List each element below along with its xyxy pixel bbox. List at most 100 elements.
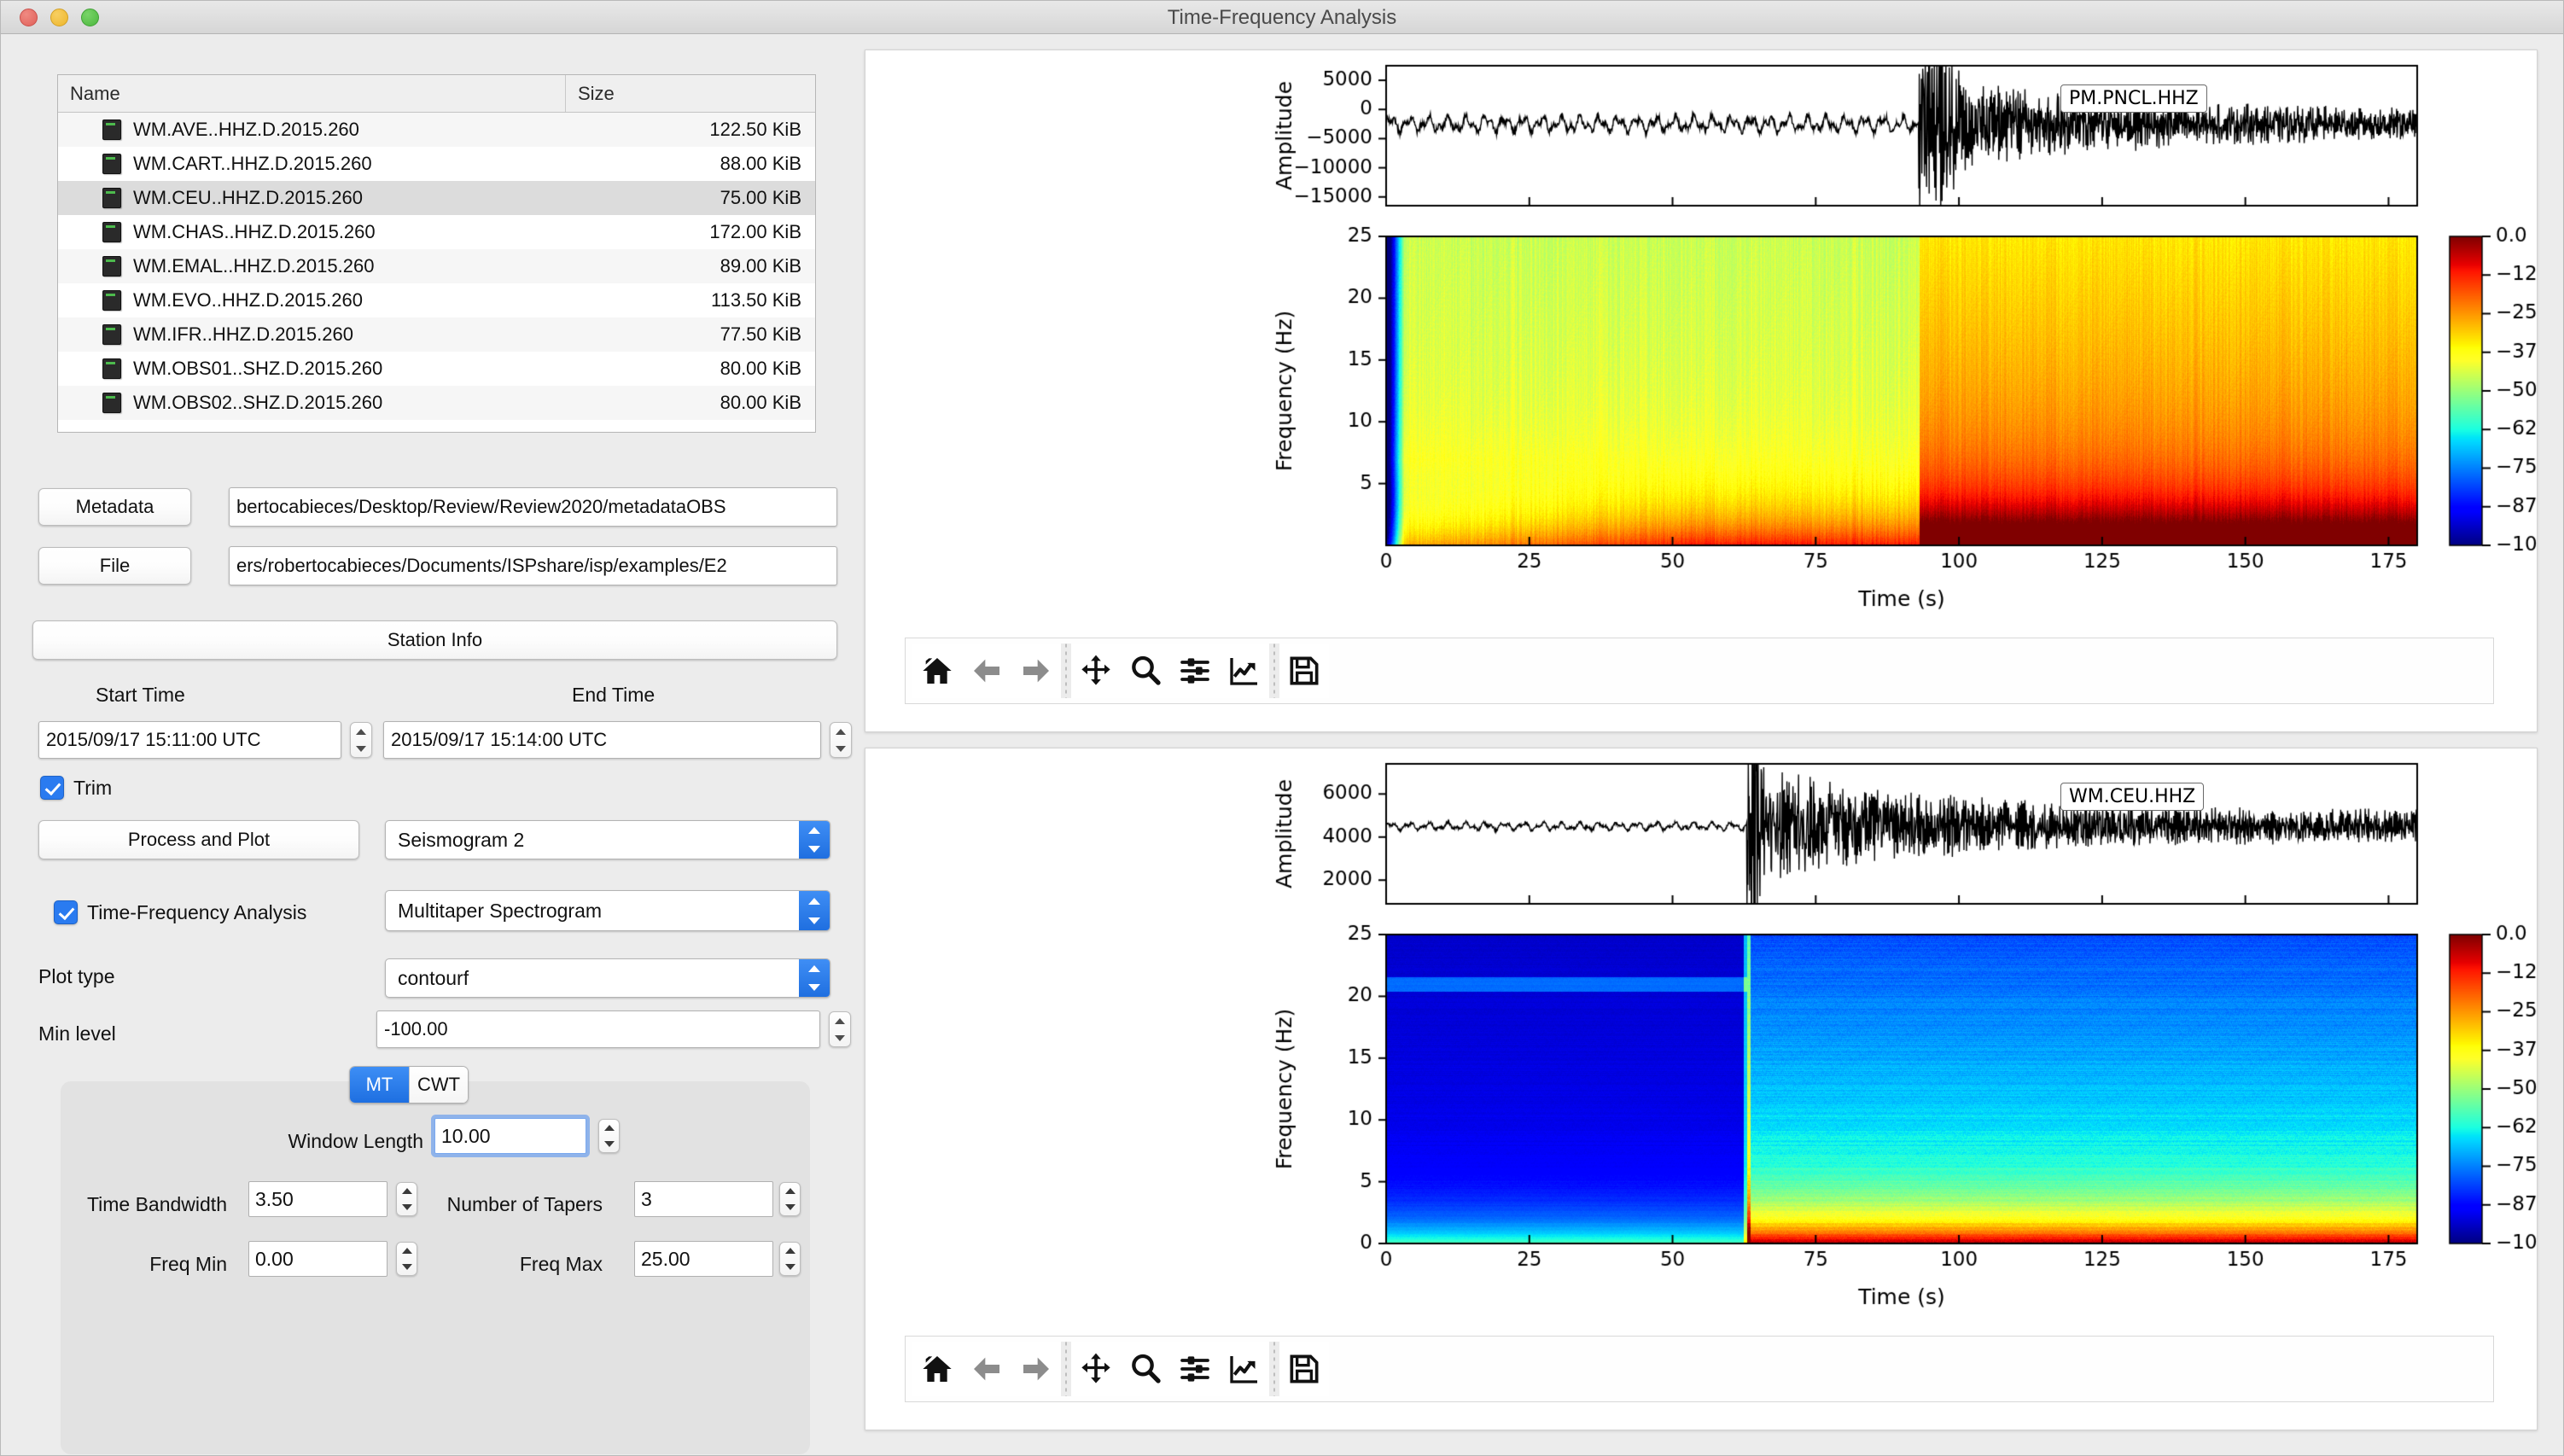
zoom-magnifier-icon [1128, 1352, 1163, 1386]
min-level-label: Min level [38, 1022, 116, 1045]
trace-label-1: PM.PNCL.HHZ [2060, 84, 2207, 113]
file-size: 77.50 KiB [720, 323, 801, 345]
figure-2-canvas[interactable] [865, 748, 2537, 1320]
toolbar-home-button[interactable] [912, 644, 962, 698]
toolbar-pan-move-button[interactable] [1071, 644, 1121, 698]
file-list-row[interactable]: WM.EVO..HHZ.D.2015.260 113.50 KiB [58, 283, 815, 317]
file-list-body[interactable]: WM.AVE..HHZ.D.2015.260 122.50 KiB WM.CART.… [58, 113, 815, 432]
file-icon [102, 119, 121, 140]
freq-min-input[interactable]: 0.00 [248, 1241, 388, 1277]
back-arrow-icon [970, 1352, 1004, 1386]
toolbar-forward-arrow-button[interactable] [1011, 1342, 1061, 1396]
toolbar-edit-axis-button[interactable] [1220, 644, 1269, 698]
trim-checkbox-row[interactable]: Trim [40, 776, 112, 800]
file-path-field[interactable]: ers/robertocabieces/Documents/ISPshare/i… [229, 546, 837, 585]
freq-max-stepper[interactable] [779, 1242, 801, 1276]
window-length-input[interactable]: 10.00 [434, 1118, 586, 1154]
time-bandwidth-input[interactable]: 3.50 [248, 1181, 388, 1217]
freq-max-input[interactable]: 25.00 [634, 1241, 773, 1277]
figure-1-canvas[interactable] [865, 50, 2537, 622]
toolbar-zoom-magnifier-button[interactable] [1121, 644, 1170, 698]
plot-panel-1: PM.PNCL.HHZ [865, 50, 2538, 732]
end-time-input[interactable]: 2015/09/17 15:14:00 UTC [383, 721, 821, 759]
window-length-label: Window Length [288, 1130, 423, 1152]
figure-2: WM.CEU.HHZ [865, 748, 2537, 1320]
tab-mt[interactable]: MT [350, 1067, 409, 1103]
freq-max-label: Freq Max [519, 1253, 603, 1275]
file-icon [102, 154, 121, 174]
file-list-header: Name Size [58, 75, 815, 113]
chevron-updown-icon[interactable] [799, 891, 830, 930]
process-and-plot-button[interactable]: Process and Plot [38, 820, 359, 859]
trim-label: Trim [73, 776, 113, 799]
file-icon [102, 358, 121, 379]
file-list-row[interactable]: WM.OBS02..SHZ.D.2015.260 80.00 KiB [58, 386, 815, 420]
title-bar: Time-Frequency Analysis [1, 1, 2563, 34]
min-level-stepper[interactable] [824, 1011, 851, 1047]
time-frequency-analysis-checkbox-row[interactable]: Time-Frequency Analysis [54, 900, 306, 924]
file-name: WM.IFR..HHZ.D.2015.260 [133, 323, 353, 345]
toolbar-home-button[interactable] [912, 1342, 962, 1396]
time-frequency-analysis-checkbox[interactable] [54, 900, 78, 924]
toolbar-back-arrow-button[interactable] [962, 644, 1011, 698]
number-of-tapers-stepper[interactable] [779, 1182, 801, 1216]
toolbar-back-arrow-button[interactable] [962, 1342, 1011, 1396]
toolbar-sliders-button[interactable] [1170, 1342, 1220, 1396]
toolbar-separator [1269, 1342, 1279, 1396]
toolbar-separator [1061, 644, 1071, 698]
toolbar-forward-arrow-button[interactable] [1011, 644, 1061, 698]
toolbar-edit-axis-button[interactable] [1220, 1342, 1269, 1396]
start-time-stepper[interactable] [345, 722, 372, 758]
pan-move-icon [1079, 654, 1113, 688]
column-header-size[interactable]: Size [566, 75, 815, 112]
toolbar-save-floppy-button[interactable] [1279, 1342, 1329, 1396]
start-time-input[interactable]: 2015/09/17 15:11:00 UTC [38, 721, 341, 759]
home-icon [920, 654, 954, 688]
station-info-button[interactable]: Station Info [32, 620, 837, 660]
end-time-label: End Time [572, 684, 656, 706]
file-list-row[interactable]: WM.AVE..HHZ.D.2015.260 122.50 KiB [58, 113, 815, 147]
method-tabs[interactable]: MT CWT [349, 1066, 469, 1104]
toolbar-sliders-button[interactable] [1170, 644, 1220, 698]
file-list-row[interactable]: WM.EMAL..HHZ.D.2015.260 89.00 KiB [58, 249, 815, 283]
file-list-row[interactable]: WM.CEU..HHZ.D.2015.260 75.00 KiB [58, 181, 815, 215]
file-list-row[interactable]: WM.OBS01..SHZ.D.2015.260 80.00 KiB [58, 352, 815, 386]
seismogram-select[interactable]: Seismogram 2 [385, 820, 830, 859]
window-length-value: 10.00 [441, 1124, 491, 1147]
matplotlib-toolbar-2[interactable] [905, 1336, 2494, 1402]
file-icon [102, 290, 121, 311]
metadata-button[interactable]: Metadata [38, 488, 191, 526]
trim-checkbox[interactable] [40, 776, 64, 800]
toolbar-zoom-magnifier-button[interactable] [1121, 1342, 1170, 1396]
file-button[interactable]: File [38, 547, 191, 585]
plot-type-select[interactable]: contourf [385, 958, 830, 998]
file-size: 113.50 KiB [710, 289, 801, 311]
freq-min-stepper[interactable] [396, 1242, 417, 1276]
tab-cwt[interactable]: CWT [409, 1067, 468, 1103]
file-name: WM.AVE..HHZ.D.2015.260 [133, 119, 359, 140]
tfa-method-select[interactable]: Multitaper Spectrogram [385, 890, 830, 931]
file-icon [102, 222, 121, 242]
end-time-stepper[interactable] [825, 722, 852, 758]
file-list[interactable]: Name Size WM.AVE..HHZ.D.2015.260 122.50 K… [57, 74, 816, 433]
file-name: WM.EVO..HHZ.D.2015.260 [133, 289, 363, 311]
toolbar-save-floppy-button[interactable] [1279, 644, 1329, 698]
matplotlib-toolbar-1[interactable] [905, 638, 2494, 704]
file-list-row[interactable]: WM.CART..HHZ.D.2015.260 88.00 KiB [58, 147, 815, 181]
pan-move-icon [1079, 1352, 1113, 1386]
chevron-updown-icon[interactable] [799, 959, 830, 997]
metadata-path-field[interactable]: bertocabieces/Desktop/Review/Review2020/… [229, 487, 837, 527]
edit-axis-icon [1227, 1352, 1262, 1386]
column-header-name[interactable]: Name [58, 75, 566, 112]
app-window: Time-Frequency Analysis Name Size WM.AVE… [0, 0, 2564, 1456]
window-length-stepper[interactable] [598, 1119, 620, 1153]
chevron-updown-icon[interactable] [799, 821, 830, 859]
min-level-input[interactable]: -100.00 [376, 1010, 820, 1048]
number-of-tapers-input[interactable]: 3 [634, 1181, 773, 1217]
toolbar-pan-move-button[interactable] [1071, 1342, 1121, 1396]
file-size: 80.00 KiB [720, 358, 801, 379]
file-list-row[interactable]: WM.IFR..HHZ.D.2015.260 77.50 KiB [58, 317, 815, 352]
plot-type-value: contourf [398, 966, 469, 989]
file-list-row[interactable]: WM.CHAS..HHZ.D.2015.260 172.00 KiB [58, 215, 815, 249]
file-size: 172.00 KiB [709, 221, 801, 242]
